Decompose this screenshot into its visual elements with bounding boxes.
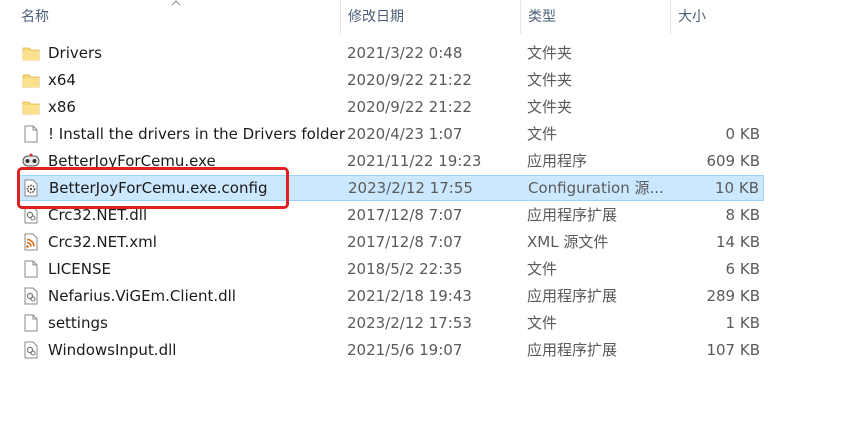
file-size: 14 KB <box>716 233 760 251</box>
file-date-modified: 2018/5/2 22:35 <box>347 260 463 278</box>
file-icon <box>22 260 40 278</box>
file-date-modified: 2017/12/8 7:07 <box>347 206 463 224</box>
column-header-type[interactable]: 类型 <box>520 0 670 34</box>
dll-icon <box>22 206 40 224</box>
file-name: LICENSE <box>48 260 111 278</box>
file-size: 289 KB <box>706 287 760 305</box>
file-name: Crc32.NET.xml <box>48 233 157 251</box>
sort-ascending-icon <box>171 0 181 6</box>
file-date-modified: 2023/2/12 17:53 <box>347 314 472 332</box>
file-row[interactable]: x64 2020/9/22 21:22 文件夹 <box>18 67 764 93</box>
file-type: 文件 <box>527 314 558 332</box>
file-row[interactable]: Drivers 2021/3/22 0:48 文件夹 <box>18 40 764 66</box>
file-row[interactable]: Crc32.NET.xml 2017/12/8 7:07 XML 源文件 14 KB <box>18 229 764 255</box>
file-row[interactable]: BetterJoyForCemu.exe 2021/11/22 19:23 应用程序… <box>18 148 764 174</box>
file-type: 文件 <box>527 260 558 278</box>
file-type: 文件夹 <box>527 44 573 62</box>
column-header-size[interactable]: 大小 <box>670 0 770 34</box>
file-size: 1 KB <box>725 314 760 332</box>
file-date-modified: 2021/11/22 19:23 <box>347 152 482 170</box>
file-icon <box>22 125 40 143</box>
file-row[interactable]: x86 2020/9/22 21:22 文件夹 <box>18 94 764 120</box>
file-type: Configuration 源... <box>528 179 664 197</box>
file-type: 应用程序扩展 <box>527 206 618 224</box>
column-header-bar: 名称 修改日期 类型 大小 <box>0 0 770 34</box>
file-row[interactable]: Crc32.NET.dll 2017/12/8 7:07 应用程序扩展 8 KB <box>18 202 764 228</box>
file-date-modified: 2017/12/8 7:07 <box>347 233 463 251</box>
config-gear-icon <box>22 179 40 197</box>
file-size: 107 KB <box>706 341 760 359</box>
file-type: 应用程序 <box>527 152 588 170</box>
file-explorer: 名称 修改日期 类型 大小 Drivers 2021/3/22 0:48 文件夹 x6… <box>0 0 854 433</box>
file-date-modified: 2020/9/22 21:22 <box>347 98 472 116</box>
file-size: 10 KB <box>715 179 759 197</box>
file-icon <box>22 314 40 332</box>
folder-icon <box>22 71 40 89</box>
file-name: Drivers <box>48 44 102 62</box>
gamepad-app-icon <box>22 152 40 170</box>
file-date-modified: 2021/3/22 0:48 <box>347 44 463 62</box>
file-size: 609 KB <box>706 152 760 170</box>
file-size: 6 KB <box>725 260 760 278</box>
file-date-modified: 2020/4/23 1:07 <box>347 125 463 143</box>
file-type: 文件夹 <box>527 71 573 89</box>
file-name: WindowsInput.dll <box>48 341 177 359</box>
dll-icon <box>22 341 40 359</box>
file-row[interactable]: LICENSE 2018/5/2 22:35 文件 6 KB <box>18 256 764 282</box>
file-name: ! Install the drivers in the Drivers fol… <box>48 125 345 143</box>
file-name: x86 <box>48 98 76 116</box>
file-row[interactable]: WindowsInput.dll 2021/5/6 19:07 应用程序扩展 107 … <box>18 337 764 363</box>
dll-icon <box>22 287 40 305</box>
column-header-date[interactable]: 修改日期 <box>340 0 520 34</box>
file-type: 应用程序扩展 <box>527 341 618 359</box>
file-row[interactable]: ! Install the drivers in the Drivers fol… <box>18 121 764 147</box>
file-row[interactable]: BetterJoyForCemu.exe.config 2023/2/12 17:… <box>18 175 764 201</box>
file-date-modified: 2023/2/12 17:55 <box>348 179 473 197</box>
file-size: 0 KB <box>725 125 760 143</box>
file-name: settings <box>48 314 108 332</box>
folder-icon <box>22 98 40 116</box>
file-type: XML 源文件 <box>527 233 609 251</box>
file-name: Crc32.NET.dll <box>48 206 148 224</box>
folder-icon <box>22 44 40 62</box>
file-date-modified: 2020/9/22 21:22 <box>347 71 472 89</box>
file-row[interactable]: settings 2023/2/12 17:53 文件 1 KB <box>18 310 764 336</box>
file-type: 文件 <box>527 125 558 143</box>
file-name: BetterJoyForCemu.exe.config <box>49 179 268 197</box>
file-row[interactable]: Nefarius.ViGEm.Client.dll 2021/2/18 19:43… <box>18 283 764 309</box>
file-type: 应用程序扩展 <box>527 287 618 305</box>
file-date-modified: 2021/2/18 19:43 <box>347 287 472 305</box>
file-type: 文件夹 <box>527 98 573 116</box>
file-name: BetterJoyForCemu.exe <box>48 152 216 170</box>
xml-rss-icon <box>22 233 40 251</box>
file-date-modified: 2021/5/6 19:07 <box>347 341 463 359</box>
file-name: x64 <box>48 71 76 89</box>
file-size: 8 KB <box>725 206 760 224</box>
file-name: Nefarius.ViGEm.Client.dll <box>48 287 236 305</box>
